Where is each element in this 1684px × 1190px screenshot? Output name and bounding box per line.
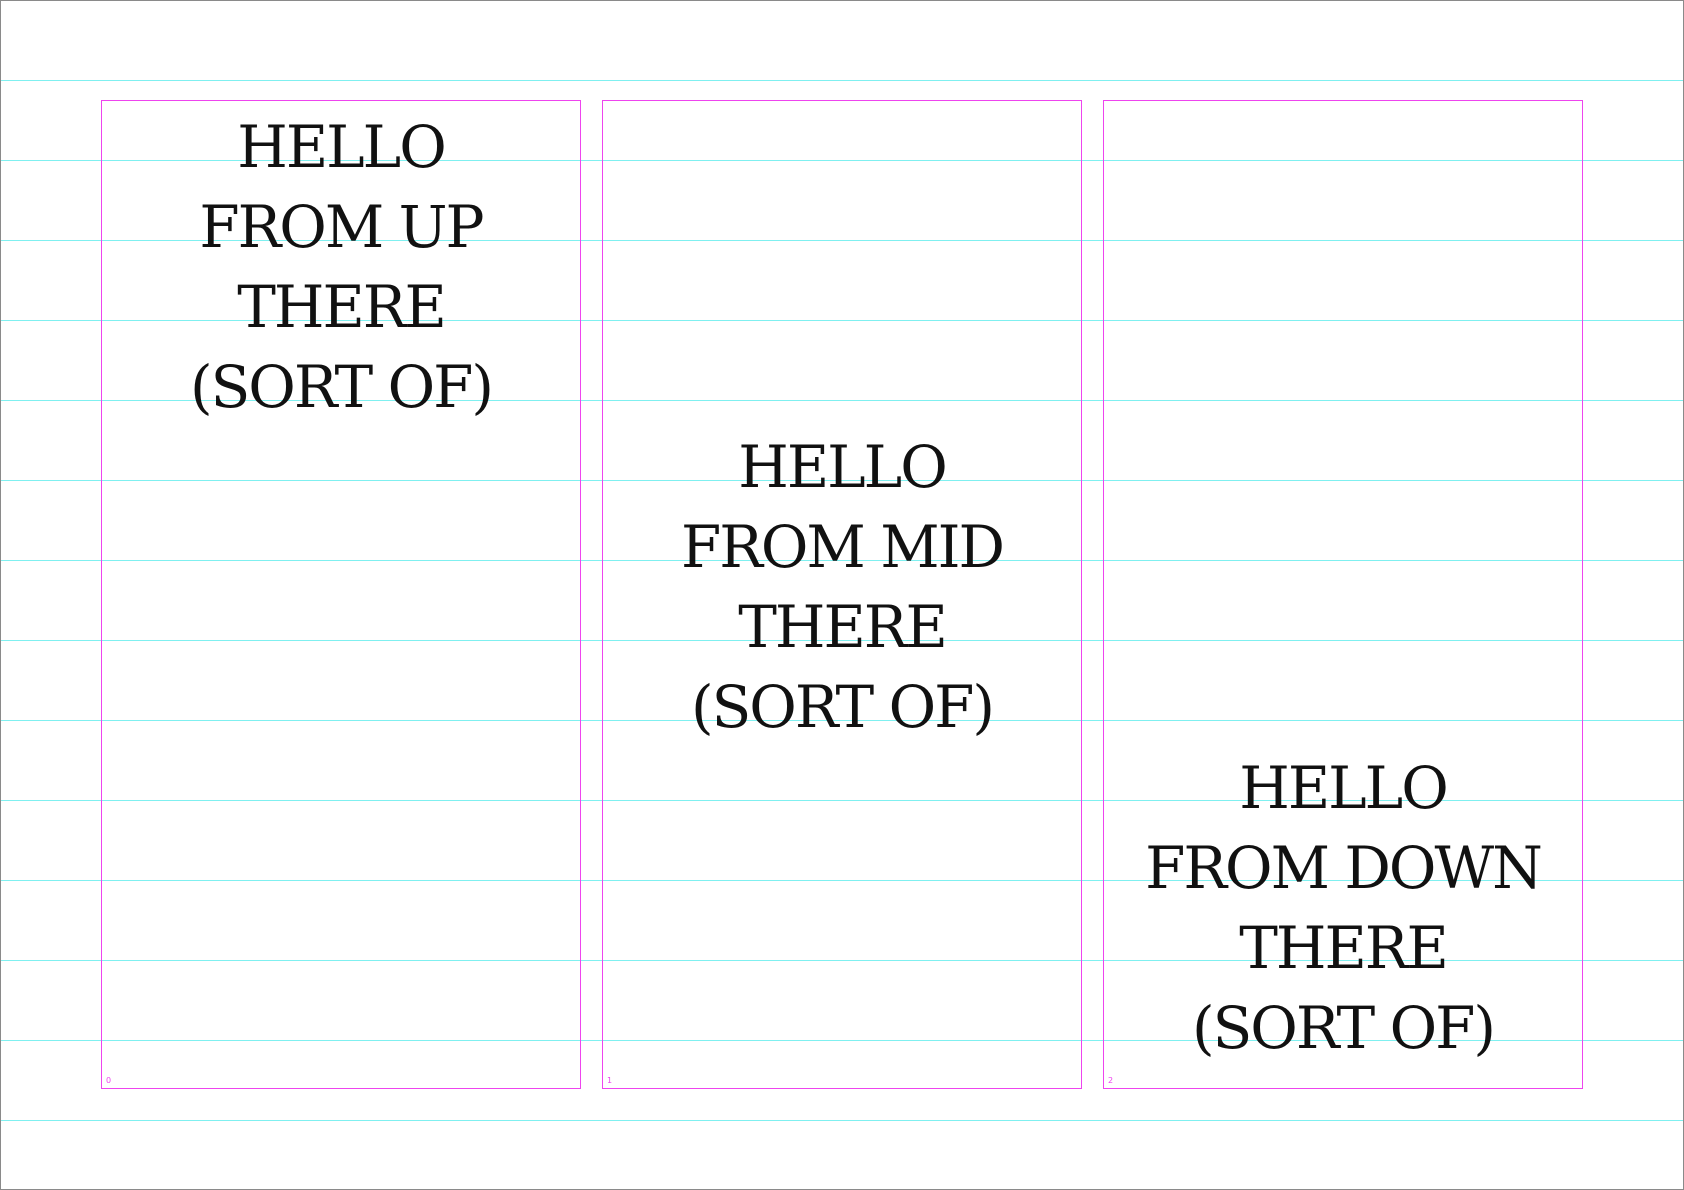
text-line: THERE (237, 273, 447, 341)
text-line: THERE (1239, 914, 1449, 982)
text-line: THERE (738, 593, 948, 661)
frame-text-block: HELLO FROM UP THERE (SORT OF) (102, 107, 580, 427)
frame-text-block: HELLO FROM MID THERE (SORT OF) (603, 427, 1081, 747)
text-line: (SORT OF) (189, 353, 494, 421)
text-line: HELLO (1239, 754, 1449, 822)
text-frame-top[interactable]: HELLO FROM UP THERE (SORT OF) 0 (101, 100, 581, 1089)
text-line: FROM DOWN (1145, 834, 1543, 902)
frame-text-block: HELLO FROM DOWN THERE (SORT OF) (1104, 748, 1582, 1068)
frame-index-label: 1 (607, 1076, 613, 1085)
text-frame-bottom[interactable]: HELLO FROM DOWN THERE (SORT OF) 2 (1103, 100, 1583, 1089)
text-line: (SORT OF) (1191, 994, 1496, 1062)
text-line: FROM UP (199, 193, 484, 261)
text-line: (SORT OF) (690, 673, 995, 741)
text-line: HELLO (738, 433, 948, 501)
frame-index-label: 0 (106, 1076, 112, 1085)
text-line: FROM MID (680, 513, 1005, 581)
text-line: HELLO (237, 113, 447, 181)
page-canvas: HELLO FROM UP THERE (SORT OF) 0 HELLO FR… (0, 0, 1684, 1190)
baseline-guide (1, 1120, 1683, 1121)
frame-index-label: 2 (1108, 1076, 1114, 1085)
baseline-guide (1, 80, 1683, 81)
text-frame-middle[interactable]: HELLO FROM MID THERE (SORT OF) 1 (602, 100, 1082, 1089)
